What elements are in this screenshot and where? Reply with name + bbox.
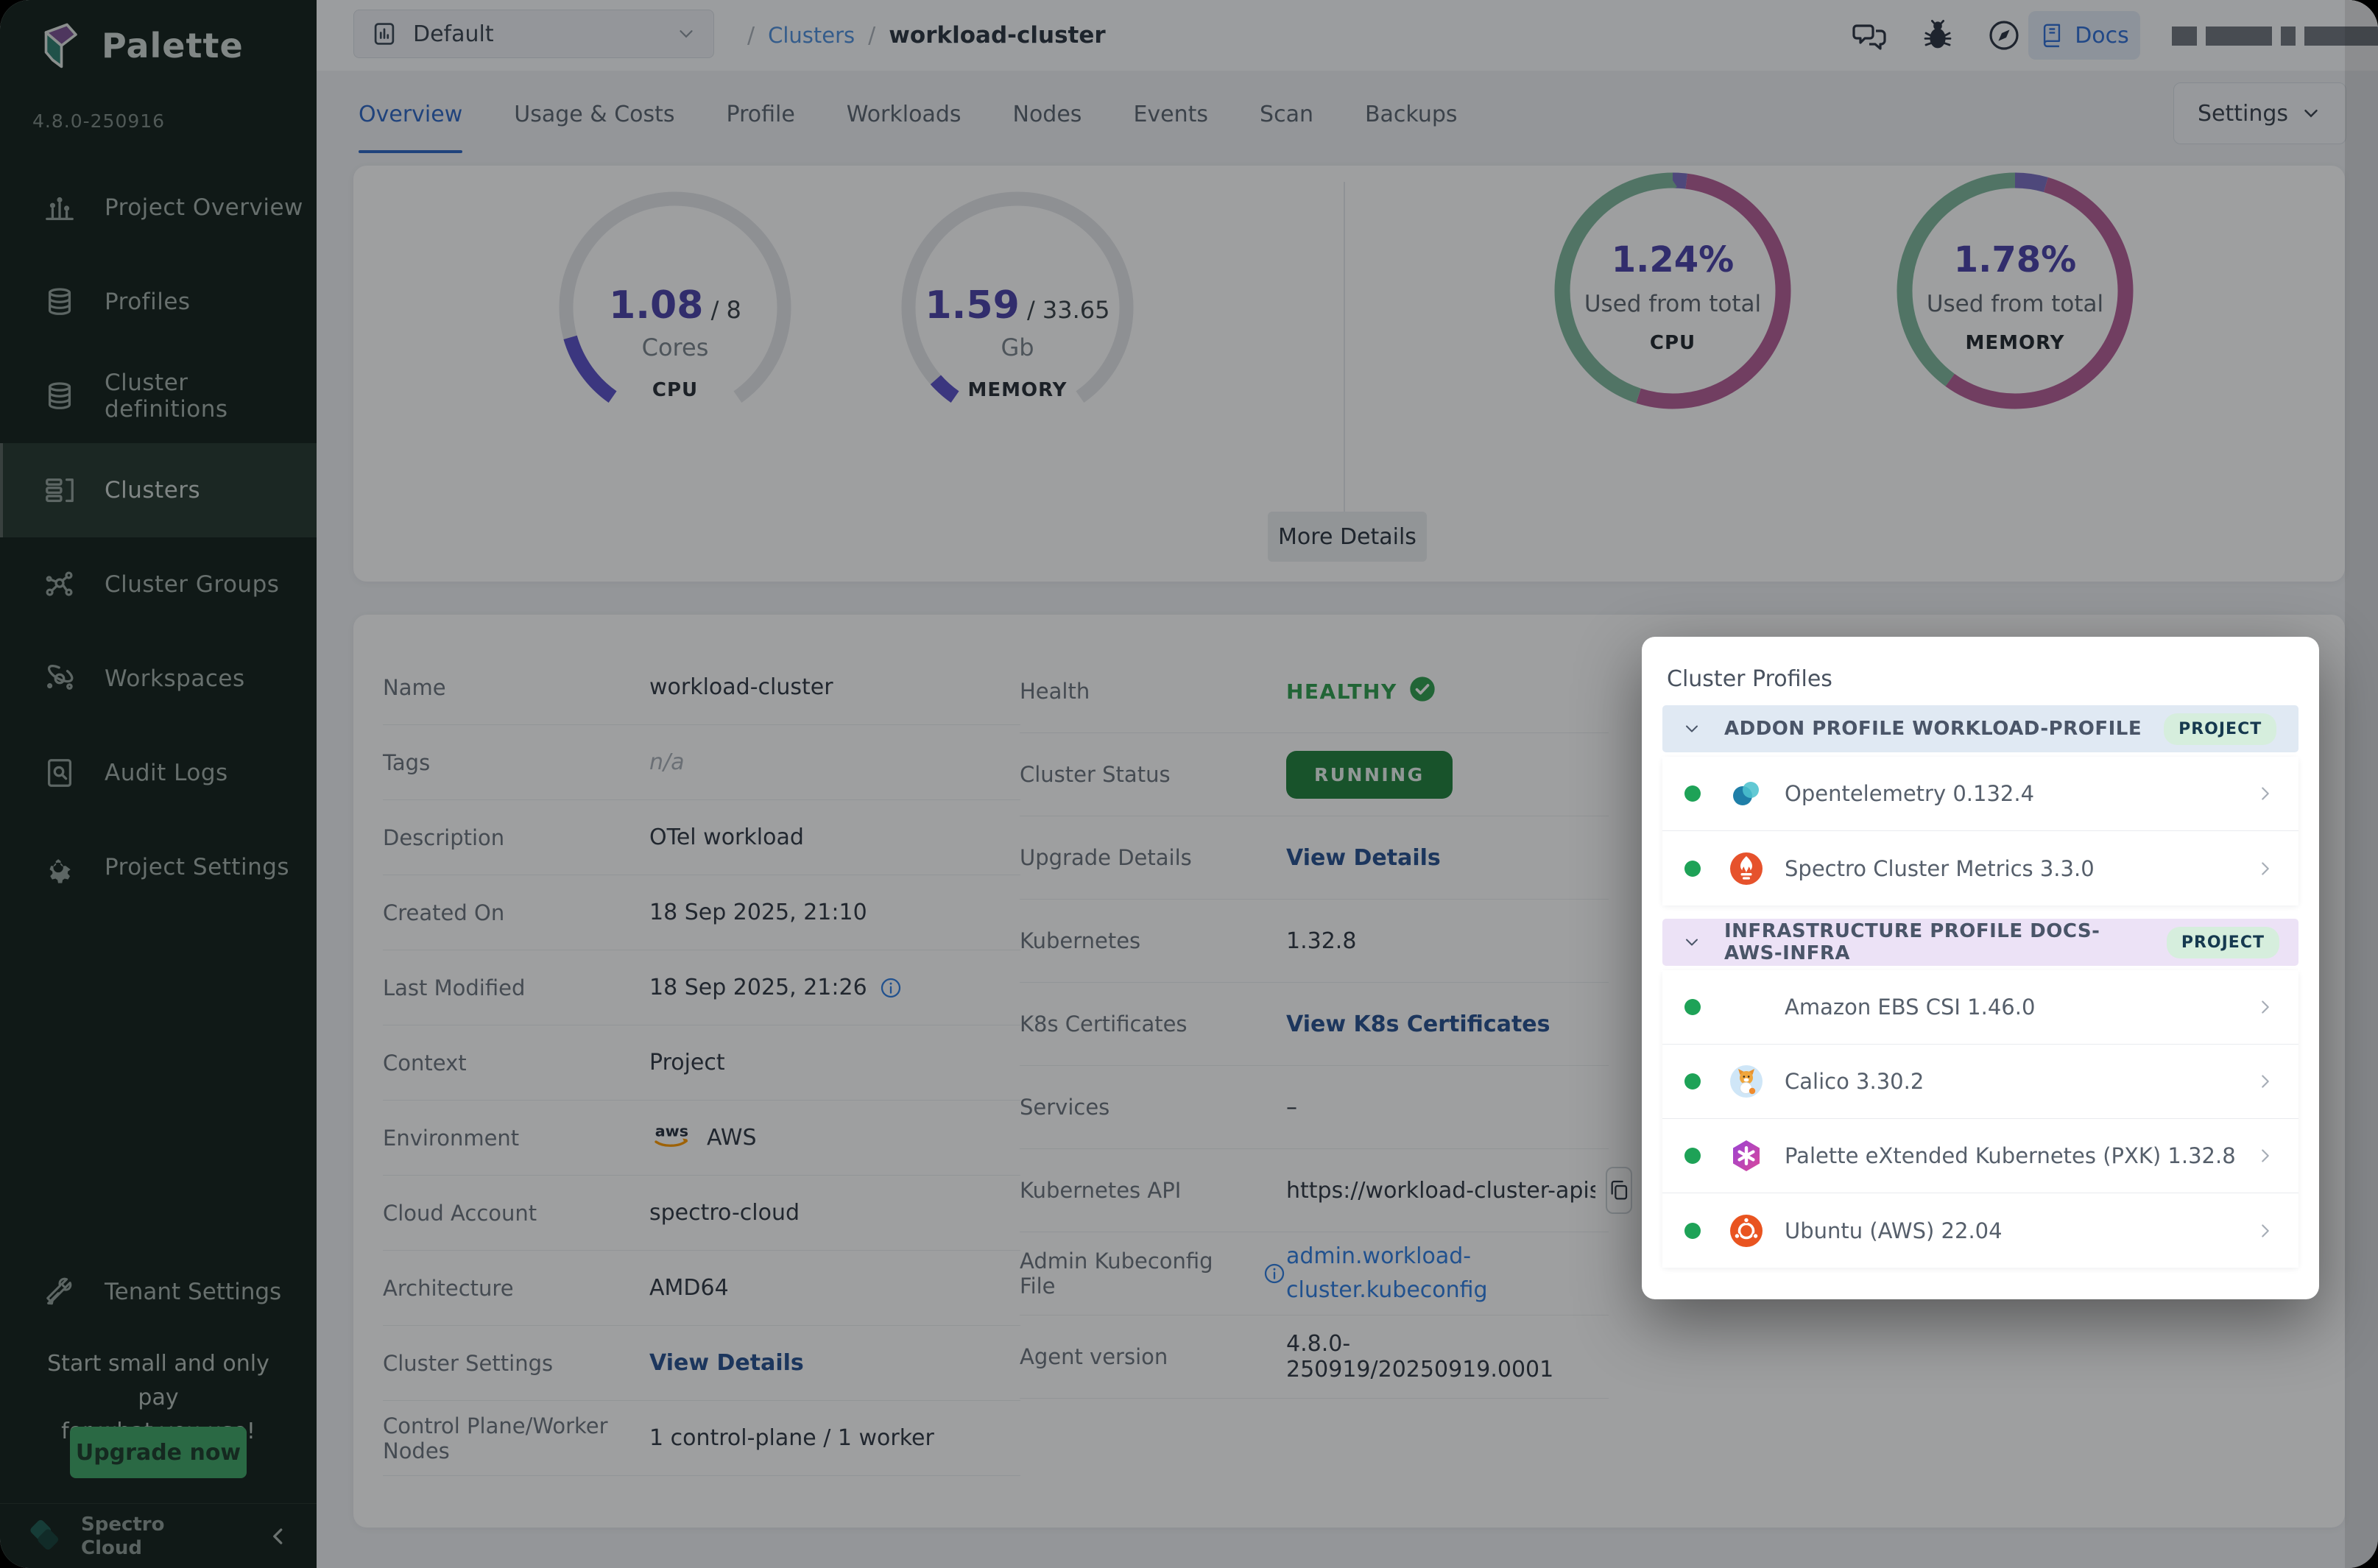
prometheus-icon [1729,851,1764,886]
opentelemetry-icon [1729,776,1764,811]
profile-row-label: Amazon EBS CSI 1.46.0 [1785,995,2035,1020]
popup-title: Cluster Profiles [1667,666,2298,692]
scope-badge: PROJECT [2167,927,2279,958]
profile-row-spectro-cluster-metrics-3-3-0[interactable]: Spectro Cluster Metrics 3.3.0 [1662,831,2298,905]
chevron-down-icon [1682,718,1702,739]
chevron-right-icon [2254,1145,2276,1167]
profile-row-palette-extended-kubernetes-pxk-1-32-8[interactable]: Palette eXtended Kubernetes (PXK) 1.32.8 [1662,1119,2298,1193]
profile-row-label: Spectro Cluster Metrics 3.3.0 [1785,856,2095,881]
profile-row-amazon-ebs-csi-1-46-0[interactable]: Amazon EBS CSI 1.46.0 [1662,970,2298,1045]
chevron-down-icon [1682,932,1702,953]
cluster-profiles-popup: Cluster Profiles ADDON PROFILE WORKLOAD-… [1642,637,2319,1299]
status-dot [1684,1148,1701,1164]
status-dot [1684,785,1701,802]
profile-row-label: Palette eXtended Kubernetes (PXK) 1.32.8 [1785,1143,2236,1168]
profile-section-header-addon-profile-workload-profile[interactable]: ADDON PROFILE WORKLOAD-PROFILE PROJECT [1662,705,2298,752]
profile-row-calico-3-30-2[interactable]: Calico 3.30.2 [1662,1045,2298,1119]
profile-row-label: Opentelemetry 0.132.4 [1785,781,2034,806]
chevron-right-icon [2254,783,2276,805]
chevron-right-icon [2254,1070,2276,1092]
scope-badge: PROJECT [2164,713,2276,745]
profile-rows: Amazon EBS CSI 1.46.0 Calico 3.30.2 Pale… [1662,970,2298,1268]
profile-section-header-infrastructure-profile-docs-aws-infra[interactable]: INFRASTRUCTURE PROFILE DOCS-AWS-INFRA PR… [1662,919,2298,966]
section-title: ADDON PROFILE WORKLOAD-PROFILE [1724,718,2142,740]
chevron-right-icon [2254,858,2276,880]
profile-row-opentelemetry-0-132-4[interactable]: Opentelemetry 0.132.4 [1662,757,2298,831]
status-dot [1684,861,1701,877]
profile-row-label: Ubuntu (AWS) 22.04 [1785,1218,2003,1243]
popup-sections: ADDON PROFILE WORKLOAD-PROFILE PROJECT O… [1662,705,2298,1268]
section-title: INFRASTRUCTURE PROFILE DOCS-AWS-INFRA [1724,920,2145,964]
chevron-right-icon [2254,1220,2276,1242]
chevron-right-icon [2254,996,2276,1018]
profile-row-ubuntu-aws-22-04[interactable]: Ubuntu (AWS) 22.04 [1662,1193,2298,1268]
profile-row-label: Calico 3.30.2 [1785,1069,1924,1094]
ubuntu-icon [1729,1213,1764,1249]
status-dot [1684,1073,1701,1090]
profile-rows: Opentelemetry 0.132.4 Spectro Cluster Me… [1662,757,2298,905]
app-window: Default / Clusters / workload-cluster Do… [0,0,2378,1568]
aws-icon [1729,989,1764,1025]
status-dot [1684,999,1701,1015]
pxk-icon [1729,1138,1764,1173]
calico-icon [1729,1064,1764,1099]
status-dot [1684,1223,1701,1239]
